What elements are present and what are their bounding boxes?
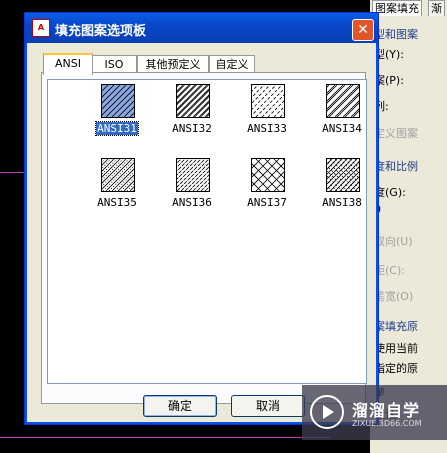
cancel-button[interactable]: 取消 <box>231 395 305 417</box>
pattern-item-ansi34[interactable]: ANSI34 <box>306 84 378 144</box>
background-tabs: 图案填充 渐 <box>370 0 447 16</box>
tab-hatch[interactable]: 图案填充 <box>372 0 422 16</box>
pattern-item-ansi36[interactable]: ANSI36 <box>156 158 228 218</box>
tab-custom[interactable]: 自定义 <box>209 55 255 73</box>
pattern-name: ANSI33 <box>247 122 287 135</box>
hatch-pattern-palette-dialog: A 填充图案选项板 ✕ ANSI ISO 其他预定义 自定义 ANSI31 ANS… <box>24 12 379 425</box>
pattern-label: ANSI35 <box>81 196 153 209</box>
background-row-label: 双向(U) <box>374 235 413 248</box>
hatch-pattern-icon[interactable] <box>326 158 360 192</box>
pattern-item-ansi32[interactable]: ANSI32 <box>156 84 228 144</box>
pattern-item-ansi38[interactable]: ANSI38 <box>306 158 378 218</box>
play-logo-icon <box>310 395 344 429</box>
hatch-pattern-icon[interactable] <box>101 158 135 192</box>
pattern-item-ansi33[interactable]: ANSI33 <box>231 84 303 144</box>
pattern-list[interactable]: ANSI31 ANSI32 ANSI33 ANSI34 ANSI35 ANSI36 ANSI… <box>47 79 367 384</box>
close-button[interactable]: ✕ <box>352 19 374 41</box>
pattern-name: ANSI37 <box>247 196 287 209</box>
tab-ansi[interactable]: ANSI <box>43 53 93 75</box>
hatch-pattern-icon[interactable] <box>251 158 285 192</box>
tab-iso[interactable]: ISO <box>91 55 137 73</box>
background-row-label: 笔宽(O) <box>374 290 414 303</box>
pattern-label: ANSI37 <box>231 196 303 209</box>
dialog-title: 填充图案选项板 <box>55 24 147 39</box>
pattern-item-ansi37[interactable]: ANSI37 <box>231 158 303 218</box>
pattern-label: ANSI36 <box>156 196 228 209</box>
pattern-label: ANSI38 <box>306 196 378 209</box>
ok-button[interactable]: 确定 <box>143 395 217 417</box>
watermark: 溜溜自学 ZIXUE.3D66.COM <box>302 385 447 440</box>
title-bar[interactable]: A 填充图案选项板 ✕ <box>25 13 378 43</box>
background-row-label: 定义图案 <box>374 127 418 140</box>
background-row-label: 案填充原 <box>374 320 418 333</box>
pattern-name: ANSI32 <box>172 122 212 135</box>
tab-other-predefined[interactable]: 其他预定义 <box>137 55 209 73</box>
background-row-label: 度和比例 <box>374 160 418 173</box>
autocad-icon: A <box>32 19 50 37</box>
hatch-pattern-icon[interactable] <box>101 84 135 118</box>
pattern-label: ANSI34 <box>306 122 378 135</box>
drawing-line <box>0 437 330 438</box>
pattern-label: ANSI33 <box>231 122 303 135</box>
hatch-pattern-icon[interactable] <box>176 158 210 192</box>
pattern-name: ANSI35 <box>97 196 137 209</box>
tab-gradient[interactable]: 渐 <box>428 0 445 16</box>
drawing-line <box>0 172 27 173</box>
pattern-name: ANSI38 <box>322 196 362 209</box>
watermark-brand: 溜溜自学 <box>352 401 421 420</box>
pattern-label: ANSI31 <box>81 121 153 136</box>
background-row-label: 使用当前 <box>374 342 418 355</box>
pattern-item-ansi31[interactable]: ANSI31 <box>81 84 153 144</box>
hatch-pattern-icon[interactable] <box>176 84 210 118</box>
hatch-pattern-icon[interactable] <box>251 84 285 118</box>
watermark-url: ZIXUE.3D66.COM <box>352 419 422 428</box>
tab-panel: ANSI31 ANSI32 ANSI33 ANSI34 ANSI35 ANSI36 ANSI… <box>41 72 367 404</box>
pattern-name: ANSI34 <box>322 122 362 135</box>
background-row-label: 指定的原 <box>374 362 418 375</box>
pattern-item-ansi35[interactable]: ANSI35 <box>81 158 153 218</box>
pattern-name: ANSI36 <box>172 196 212 209</box>
hatch-pattern-icon[interactable] <box>326 84 360 118</box>
pattern-name: ANSI31 <box>95 121 139 136</box>
background-row-label: 型和图案 <box>374 28 418 41</box>
pattern-label: ANSI32 <box>156 122 228 135</box>
